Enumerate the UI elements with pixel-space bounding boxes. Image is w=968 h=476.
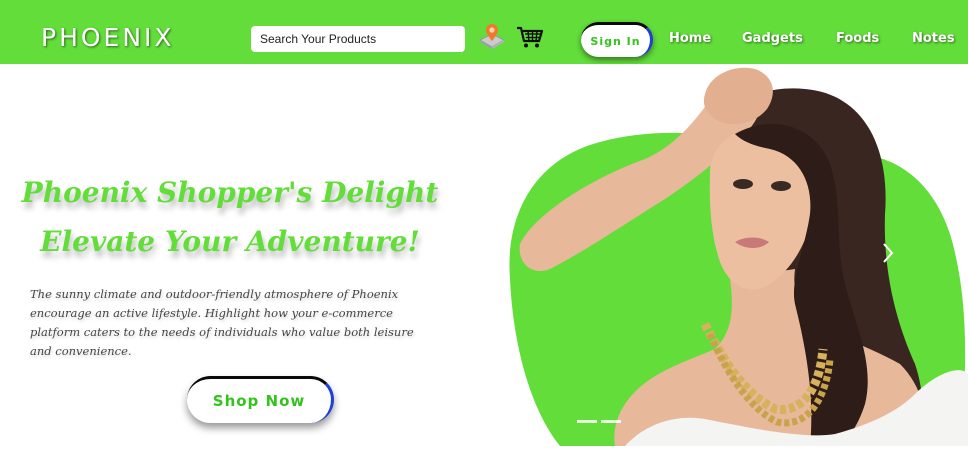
nav-gadgets-link[interactable]: Gadgets (742, 31, 803, 46)
shopping-cart-icon[interactable] (516, 25, 544, 49)
hero-subtitle: Elevate Your Adventure! (40, 225, 420, 258)
sign-in-button[interactable]: Sign In (581, 22, 653, 57)
shop-now-button[interactable]: Shop Now (187, 376, 334, 423)
location-pin-icon[interactable] (478, 22, 506, 50)
hero-model-image (509, 67, 968, 446)
nav-home-link[interactable]: Home (669, 31, 711, 46)
navbar: PHOENIX Sign In Home Gadgets Foods Notes (0, 0, 968, 64)
carousel-indicator[interactable] (601, 420, 621, 423)
search-input[interactable] (251, 26, 465, 52)
nav-notes-link[interactable]: Notes (912, 31, 955, 46)
carousel-indicator[interactable] (577, 420, 597, 423)
carousel-indicators (577, 420, 621, 423)
logo[interactable]: PHOENIX (41, 23, 175, 53)
hero-description: The sunny climate and outdoor-friendly a… (30, 287, 414, 358)
nav-foods-link[interactable]: Foods (836, 31, 879, 46)
chevron-right-icon[interactable] (880, 240, 896, 266)
hero-title: Phoenix Shopper's Delight (21, 176, 439, 209)
